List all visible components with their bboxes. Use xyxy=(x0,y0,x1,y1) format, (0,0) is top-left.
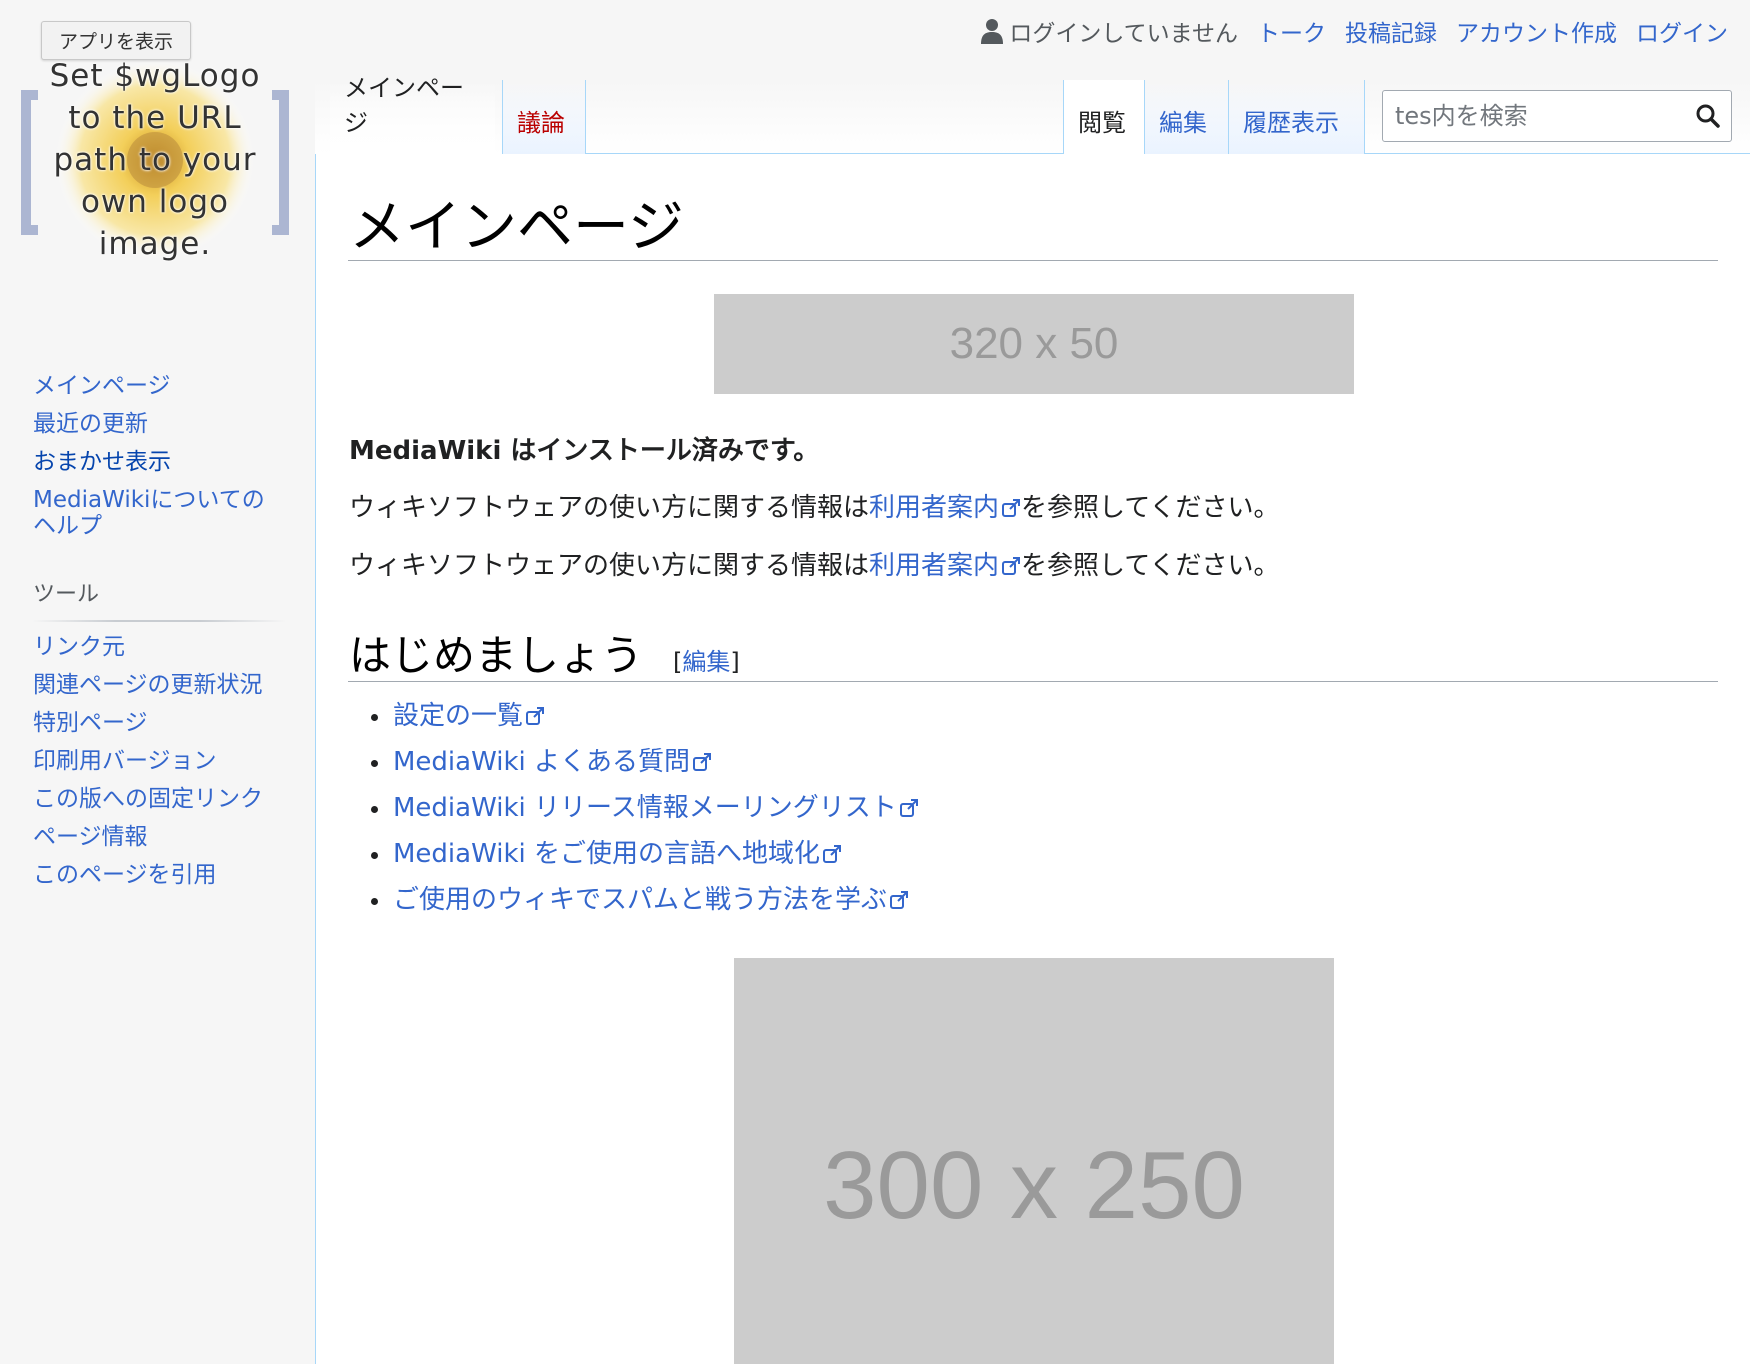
tab-read[interactable]: 閲覧 xyxy=(1063,80,1145,154)
list-item: MediaWiki をご使用の言語へ地域化 xyxy=(349,831,919,877)
anon-status: ログインしていません xyxy=(981,14,1238,48)
section-heading: はじめましょう [編集] xyxy=(349,622,740,683)
getting-started-list: 設定の一覧 MediaWiki よくある質問 MediaWiki リリース情報メ… xyxy=(349,693,919,923)
tab-discussion-label: 議論 xyxy=(517,109,565,137)
localisation-link[interactable]: MediaWiki をご使用の言語へ地域化 xyxy=(393,839,842,869)
anon-label: ログインしていません xyxy=(1009,21,1238,47)
user-guide-link-label: 利用者案内 xyxy=(869,551,1000,581)
site-logo[interactable]: Set $wgLogo to the URL path to your own … xyxy=(20,55,290,265)
list-item: 設定の一覧 xyxy=(349,693,919,739)
title-divider xyxy=(348,260,1718,261)
sidebar-item-cite-page[interactable]: このページを引用 xyxy=(33,856,293,894)
link-label: MediaWiki をご使用の言語へ地域化 xyxy=(393,839,820,869)
tab-discussion[interactable]: 議論 xyxy=(502,80,586,154)
contributions-link[interactable]: 投稿記録 xyxy=(1345,14,1437,48)
user-guide-link-label: 利用者案内 xyxy=(869,493,1000,523)
login-link[interactable]: ログイン xyxy=(1636,14,1728,48)
section-edit: [編集] xyxy=(673,642,740,677)
ad-banner-bottom[interactable]: 300 x 250 xyxy=(734,958,1334,1364)
user-guide-link[interactable]: 利用者案内 xyxy=(869,551,1021,581)
external-link-icon xyxy=(1002,499,1021,517)
sidebar-tools: リンク元 関連ページの更新状況 特別ページ 印刷用バージョン この版への固定リン… xyxy=(33,628,293,894)
list-item: MediaWiki リリース情報メーリングリスト xyxy=(349,785,919,831)
ad-banner-top-label: 320 x 50 xyxy=(949,319,1119,368)
paragraph-text: ウィキソフトウェアの使い方に関する情報は xyxy=(349,551,870,581)
external-link-icon xyxy=(1002,557,1021,575)
create-account-link[interactable]: アカウント作成 xyxy=(1456,14,1617,48)
tabs-divider-left xyxy=(586,153,1063,154)
sidebar-item-recent-changes[interactable]: 最近の更新 xyxy=(33,405,293,443)
talk-link[interactable]: トーク xyxy=(1257,14,1326,48)
external-link-icon xyxy=(890,891,909,909)
edit-bracket: [ xyxy=(673,648,683,676)
section-heading-text: はじめましょう xyxy=(349,631,644,680)
mailing-list-link[interactable]: MediaWiki リリース情報メーリングリスト xyxy=(393,793,919,823)
section-edit-link[interactable]: 編集 xyxy=(682,648,730,676)
faq-link[interactable]: MediaWiki よくある質問 xyxy=(393,747,712,777)
tab-main-page-label: メインページ xyxy=(344,74,464,137)
ad-banner-bottom-label: 300 x 250 xyxy=(823,1132,1245,1239)
sidebar-item-random-page[interactable]: おまかせ表示 xyxy=(33,443,293,481)
edit-bracket: ] xyxy=(730,648,740,676)
logo-line: path to your xyxy=(53,142,257,178)
logo-line: image. xyxy=(98,226,212,262)
list-item: MediaWiki よくある質問 xyxy=(349,739,919,785)
tab-edit-label: 編集 xyxy=(1159,109,1207,137)
sidebar-item-special-pages[interactable]: 特別ページ xyxy=(33,704,293,742)
tab-history-label: 履歴表示 xyxy=(1243,109,1339,137)
logo-line: own logo xyxy=(80,184,230,220)
logo-line: Set $wgLogo xyxy=(49,58,261,94)
tabs-divider-right xyxy=(1365,153,1750,154)
intro-text: MediaWiki はインストール済みです。 xyxy=(349,436,820,466)
tab-history[interactable]: 履歴表示 xyxy=(1229,80,1365,154)
link-label: MediaWiki リリース情報メーリングリスト xyxy=(393,793,897,823)
paragraph-1: ウィキソフトウェアの使い方に関する情報は利用者案内 を参照してください。 xyxy=(349,487,1279,524)
user-icon xyxy=(981,19,1004,44)
paragraph-text: を参照してください。 xyxy=(1021,551,1280,581)
sidebar-item-help-line2: ヘルプ xyxy=(33,513,102,539)
link-label: MediaWiki よくある質問 xyxy=(393,747,690,777)
search-input[interactable] xyxy=(1383,91,1707,141)
search-box[interactable] xyxy=(1382,90,1732,142)
tools-heading: ツール xyxy=(33,576,285,622)
sidebar-navigation: メインページ 最近の更新 おまかせ表示 MediaWikiについての ヘルプ xyxy=(33,367,293,539)
tab-main-page[interactable]: メインページ xyxy=(330,74,495,154)
external-link-icon xyxy=(526,707,545,725)
tab-read-label: 閲覧 xyxy=(1078,109,1126,137)
paragraph-text: ウィキソフトウェアの使い方に関する情報は xyxy=(349,493,870,523)
personal-tools: ログインしていません トーク 投稿記録 アカウント作成 ログイン xyxy=(981,14,1728,48)
external-link-icon xyxy=(899,799,918,817)
sidebar-item-help-line1: MediaWikiについての xyxy=(33,487,265,513)
sidebar-item-page-info[interactable]: ページ情報 xyxy=(33,818,293,856)
show-apps-label: アプリを表示 xyxy=(58,31,173,53)
list-item: ご使用のウィキでスパムと戦う方法を学ぶ xyxy=(349,877,919,923)
sidebar-item-related-changes[interactable]: 関連ページの更新状況 xyxy=(33,666,293,704)
sidebar-item-permanent-link[interactable]: この版への固定リンク xyxy=(33,780,293,818)
combat-spam-link[interactable]: ご使用のウィキでスパムと戦う方法を学ぶ xyxy=(393,885,909,915)
sidebar-item-help[interactable]: MediaWikiについての ヘルプ xyxy=(33,487,293,539)
ad-banner-top[interactable]: 320 x 50 xyxy=(714,294,1354,394)
sidebar-item-printable-version[interactable]: 印刷用バージョン xyxy=(33,742,293,780)
external-link-icon xyxy=(693,753,711,771)
section-divider xyxy=(348,681,1718,682)
page-title: メインページ xyxy=(349,195,684,260)
link-label: ご使用のウィキでスパムと戦う方法を学ぶ xyxy=(393,885,888,915)
paragraph-text: を参照してください。 xyxy=(1021,493,1280,523)
link-label: 設定の一覧 xyxy=(393,701,524,731)
config-settings-link[interactable]: 設定の一覧 xyxy=(393,701,545,731)
logo-line: to the URL xyxy=(68,100,242,136)
show-apps-button[interactable]: アプリを表示 xyxy=(41,21,191,60)
paragraph-2: ウィキソフトウェアの使い方に関する情報は利用者案内 を参照してください。 xyxy=(349,545,1279,582)
search-icon[interactable] xyxy=(1695,103,1721,129)
tab-edit[interactable]: 編集 xyxy=(1145,80,1229,154)
logo-text: Set $wgLogo to the URL path to your own … xyxy=(20,55,290,265)
user-guide-link[interactable]: 利用者案内 xyxy=(869,493,1021,523)
external-link-icon xyxy=(823,845,841,863)
sidebar-item-main-page[interactable]: メインページ xyxy=(33,367,293,405)
sidebar-item-what-links-here[interactable]: リンク元 xyxy=(33,628,293,666)
